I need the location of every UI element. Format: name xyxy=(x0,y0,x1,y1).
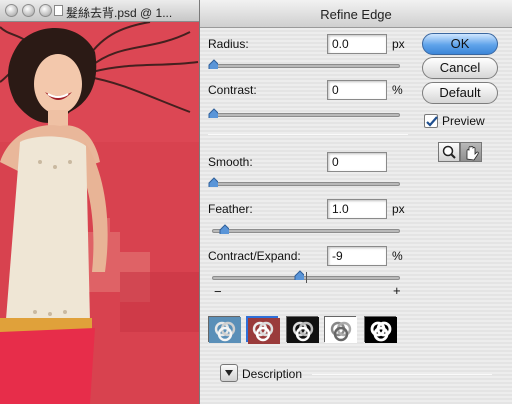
disclosure-triangle-icon xyxy=(225,370,233,376)
smooth-label: Smooth: xyxy=(208,155,253,169)
dialog-titlebar: Refine Edge xyxy=(200,0,512,28)
smooth-field[interactable]: 0 xyxy=(327,152,387,172)
dialog-title: Refine Edge xyxy=(320,7,392,22)
feather-label: Feather: xyxy=(208,202,253,216)
standard-mode-button[interactable] xyxy=(208,316,241,343)
contrast-slider-thumb[interactable] xyxy=(208,108,218,118)
quick-mask-mode-icon xyxy=(248,318,280,344)
preview-label: Preview xyxy=(442,114,485,128)
feather-field[interactable]: 1.0 xyxy=(327,199,387,219)
separator xyxy=(208,134,408,135)
description-label: Description xyxy=(242,367,303,381)
contract-expand-field[interactable]: -9 xyxy=(327,246,387,266)
document-titlebar: 髮絲去背.psd @ 1... xyxy=(0,0,199,22)
zoom-icon xyxy=(442,145,456,159)
refine-edge-dialog: Refine Edge Radius: 0.0 px Contrast: 0 %… xyxy=(200,0,512,404)
psd-file-icon xyxy=(54,5,63,16)
feather-slider-thumb[interactable] xyxy=(219,224,229,234)
description-toggle-button[interactable] xyxy=(220,364,238,382)
document-canvas[interactable] xyxy=(0,22,200,404)
mask-mode-button[interactable] xyxy=(364,316,397,343)
contrast-label: Contrast: xyxy=(208,83,257,97)
zoom-window-button[interactable] xyxy=(39,4,52,17)
quick-mask-mode-button[interactable] xyxy=(246,316,280,344)
hand-icon xyxy=(466,146,479,161)
description-separator xyxy=(312,374,492,375)
minus-label: − xyxy=(214,284,222,299)
radius-slider-thumb[interactable] xyxy=(208,59,218,69)
zoom-tool-button[interactable] xyxy=(438,142,460,162)
preview-checkbox[interactable] xyxy=(424,114,438,128)
smooth-slider-thumb[interactable] xyxy=(208,177,218,187)
on-white-mode-icon xyxy=(325,317,357,343)
contract-expand-slider-thumb[interactable] xyxy=(294,270,304,280)
plus-label: + xyxy=(393,283,401,298)
close-window-button[interactable] xyxy=(5,4,18,17)
feather-slider-track[interactable] xyxy=(212,229,400,233)
hand-tool-button[interactable] xyxy=(460,142,482,162)
document-title: 髮絲去背.psd @ 1... xyxy=(66,6,173,20)
default-button[interactable]: Default xyxy=(422,82,498,104)
on-black-mode-icon xyxy=(287,317,319,343)
on-black-mode-button[interactable] xyxy=(286,316,319,343)
ok-button[interactable]: OK xyxy=(422,33,498,55)
standard-mode-icon xyxy=(209,317,241,343)
contract-expand-unit: % xyxy=(392,249,403,263)
on-white-mode-button[interactable] xyxy=(324,316,357,343)
checkmark-icon xyxy=(426,116,438,127)
contrast-slider-track[interactable] xyxy=(212,113,400,117)
radius-unit: px xyxy=(392,37,405,51)
minimize-window-button[interactable] xyxy=(22,4,35,17)
center-tick xyxy=(306,272,307,283)
smooth-slider-track[interactable] xyxy=(212,182,400,186)
document-window: 髮絲去背.psd @ 1... xyxy=(0,0,200,404)
feather-unit: px xyxy=(392,202,405,216)
radius-field[interactable]: 0.0 xyxy=(327,34,387,54)
radius-slider-track[interactable] xyxy=(212,64,400,68)
contrast-field[interactable]: 0 xyxy=(327,80,387,100)
contrast-unit: % xyxy=(392,83,403,97)
radius-label: Radius: xyxy=(208,37,249,51)
cancel-button[interactable]: Cancel xyxy=(422,57,498,79)
contract-expand-label: Contract/Expand: xyxy=(208,249,301,263)
mask-mode-icon xyxy=(365,317,397,343)
